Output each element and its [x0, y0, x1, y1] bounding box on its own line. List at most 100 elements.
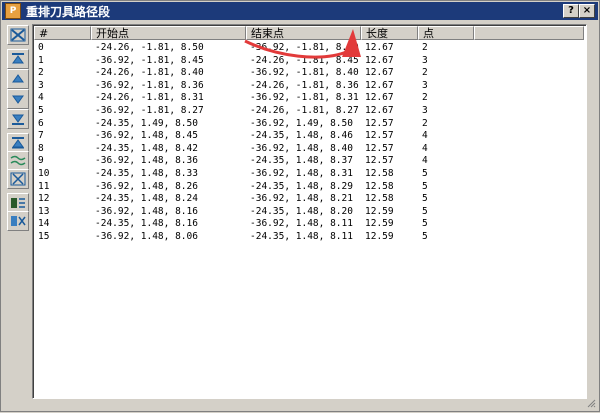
cell-length: 12.67 [365, 54, 394, 66]
cell-points: 3 [422, 79, 428, 91]
header-length[interactable]: 长度 [361, 26, 418, 40]
app-icon: P [5, 3, 21, 19]
table-row[interactable]: 8 -24.35, 1.48, 8.42 -36.92, 1.48, 8.40 12.… [34, 143, 474, 155]
cell-index: 7 [38, 130, 44, 142]
cell-index: 5 [38, 105, 44, 116]
table-row[interactable]: 10 -24.35, 1.48, 8.33 -36.92, 1.48, 8.31 12… [34, 168, 474, 180]
table-row[interactable]: 12 -24.35, 1.48, 8.24 -36.92, 1.48, 8.21 12… [34, 193, 474, 205]
cell-points: 5 [422, 218, 428, 230]
move-down-icon[interactable] [7, 89, 29, 109]
cell-start-point: -36.92, 1.48, 8.36 [95, 155, 198, 167]
header-points[interactable]: 点 [418, 26, 474, 40]
cell-index: 10 [38, 168, 50, 179]
table-row[interactable]: 15 -36.92, 1.48, 8.06 -24.35, 1.48, 8.11 12… [34, 231, 474, 243]
cell-end-point: -24.35, 1.48, 8.20 [250, 205, 353, 217]
cell-start-point: -24.35, 1.48, 8.42 [95, 142, 198, 154]
table-row[interactable]: 1 -36.92, -1.81, 8.45 -24.26, -1.81, 8.45 1… [34, 55, 474, 67]
cell-index: 3 [38, 79, 44, 91]
close-button[interactable]: × [579, 4, 595, 18]
cell-length: 12.67 [365, 79, 394, 91]
cell-start-point: -36.92, 1.48, 8.06 [95, 231, 198, 242]
cell-points: 2 [422, 42, 428, 53]
cell-end-point: -36.92, 1.48, 8.31 [250, 168, 353, 179]
table-row[interactable]: 5 -36.92, -1.81, 8.27 -24.26, -1.81, 8.27 1… [34, 105, 474, 117]
close-path-icon[interactable] [7, 25, 29, 45]
header-start-point[interactable]: 开始点 [91, 26, 246, 40]
move-top-icon[interactable] [7, 49, 29, 69]
table-row[interactable]: 7 -36.92, 1.48, 8.45 -24.35, 1.48, 8.46 12.… [34, 130, 474, 142]
cell-start-point: -24.26, -1.81, 8.50 [95, 42, 204, 53]
cell-points: 3 [422, 105, 428, 116]
cell-length: 12.58 [365, 180, 394, 192]
header-end-point[interactable]: 结束点 [246, 26, 361, 40]
window-title: 重排刀具路径段 [26, 4, 111, 19]
cell-points: 5 [422, 168, 428, 179]
cell-index: 15 [38, 231, 50, 242]
cell-length: 12.57 [365, 142, 394, 154]
cell-points: 2 [422, 117, 428, 129]
cell-end-point: -36.92, -1.81, 8.40 [250, 67, 359, 79]
cell-index: 9 [38, 155, 44, 167]
cell-index: 11 [38, 180, 50, 192]
cell-index: 12 [38, 193, 50, 205]
cell-points: 2 [422, 92, 428, 104]
cell-end-point: -24.35, 1.48, 8.46 [250, 130, 353, 142]
cell-end-point: -36.92, -1.81, 8.31 [250, 92, 359, 104]
cell-index: 6 [38, 117, 44, 129]
table-row[interactable]: 0 -24.26, -1.81, 8.50 -36.92, -1.81, 8.50 1… [34, 42, 474, 54]
table-row[interactable]: 9 -36.92, 1.48, 8.36 -24.35, 1.48, 8.37 12.… [34, 155, 474, 167]
table-row[interactable]: 4 -24.26, -1.81, 8.31 -36.92, -1.81, 8.31 1… [34, 92, 474, 104]
reorder-toolpath-dialog: P 重排刀具路径段 ? × # 开始点 结束点 长度 点 0 -24.26, -… [0, 0, 600, 412]
cell-points: 5 [422, 231, 428, 242]
zigzag-icon[interactable] [7, 151, 29, 171]
cell-points: 4 [422, 130, 428, 142]
table-row[interactable]: 14 -24.35, 1.48, 8.16 -36.92, 1.48, 8.11 12… [34, 218, 474, 230]
move-bottom-icon[interactable] [7, 109, 29, 129]
table-row[interactable]: 11 -36.92, 1.48, 8.26 -24.35, 1.48, 8.29 12… [34, 181, 474, 193]
cell-index: 0 [38, 42, 44, 53]
header-blank [474, 26, 584, 40]
cell-start-point: -36.92, 1.48, 8.45 [95, 130, 198, 142]
cell-start-point: -24.35, 1.49, 8.50 [95, 117, 198, 129]
cell-points: 3 [422, 54, 428, 66]
cell-end-point: -36.92, 1.48, 8.40 [250, 142, 353, 154]
cell-start-point: -24.35, 1.48, 8.24 [95, 193, 198, 205]
table-row[interactable]: 3 -36.92, -1.81, 8.36 -24.26, -1.81, 8.36 1… [34, 80, 474, 92]
cell-points: 5 [422, 193, 428, 205]
cell-end-point: -36.92, 1.48, 8.21 [250, 193, 353, 205]
list-header: # 开始点 结束点 长度 点 [34, 26, 584, 41]
table-row[interactable]: 2 -24.26, -1.81, 8.40 -36.92, -1.81, 8.40 1… [34, 67, 474, 79]
cell-index: 13 [38, 205, 50, 217]
cell-end-point: -24.26, -1.81, 8.27 [250, 105, 359, 116]
cell-start-point: -24.35, 1.48, 8.16 [95, 218, 198, 230]
header-index[interactable]: # [34, 26, 91, 40]
cell-length: 12.67 [365, 92, 394, 104]
cell-end-point: -24.26, -1.81, 8.45 [250, 54, 359, 66]
sort-icon[interactable] [7, 193, 29, 213]
resize-grip[interactable] [586, 398, 596, 408]
cell-points: 4 [422, 155, 428, 167]
table-row[interactable]: 13 -36.92, 1.48, 8.16 -24.35, 1.48, 8.20 12… [34, 206, 474, 218]
cell-length: 12.58 [365, 168, 394, 179]
cell-length: 12.57 [365, 117, 394, 129]
cell-length: 12.57 [365, 155, 394, 167]
cell-start-point: -36.92, -1.81, 8.45 [95, 54, 204, 66]
split-icon[interactable] [7, 169, 29, 189]
cell-length: 12.67 [365, 67, 394, 79]
cell-start-point: -36.92, -1.81, 8.27 [95, 105, 204, 116]
cell-length: 12.67 [365, 42, 394, 53]
cell-index: 1 [38, 54, 44, 66]
cell-points: 5 [422, 205, 428, 217]
cell-length: 12.67 [365, 105, 394, 116]
cell-index: 2 [38, 67, 44, 79]
reverse-icon[interactable] [7, 133, 29, 153]
reorder-icon[interactable] [7, 211, 29, 231]
help-button[interactable]: ? [563, 4, 579, 18]
cell-start-point: -36.92, 1.48, 8.16 [95, 205, 198, 217]
cell-index: 14 [38, 218, 50, 230]
move-up-icon[interactable] [7, 69, 29, 89]
table-row[interactable]: 6 -24.35, 1.49, 8.50 -36.92, 1.49, 8.50 12.… [34, 118, 474, 130]
side-toolbar [5, 25, 29, 231]
cell-start-point: -24.35, 1.48, 8.33 [95, 168, 198, 179]
segment-list[interactable]: # 开始点 结束点 长度 点 0 -24.26, -1.81, 8.50 -36.9… [32, 24, 587, 399]
